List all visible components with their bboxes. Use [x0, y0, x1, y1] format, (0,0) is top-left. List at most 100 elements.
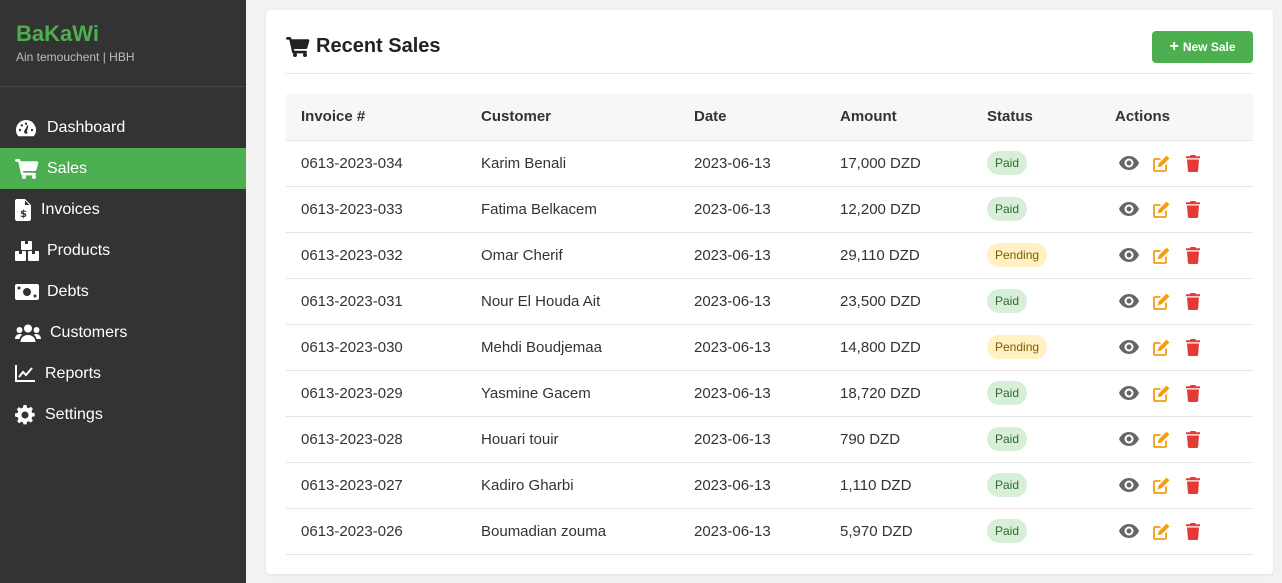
actions-cell — [1100, 462, 1253, 509]
column-header-status: Status — [972, 94, 1100, 141]
view-icon[interactable] — [1119, 246, 1139, 264]
new-sale-button[interactable]: + New Sale — [1152, 31, 1253, 63]
sidebar-item-settings[interactable]: Settings — [0, 394, 246, 435]
status-cell: Paid — [972, 186, 1100, 233]
customer-cell: Houari touir — [466, 416, 679, 463]
delete-icon[interactable] — [1183, 292, 1203, 310]
view-icon[interactable] — [1119, 384, 1139, 402]
sidebar-item-label: Sales — [47, 159, 88, 177]
customer-cell: Boumadian zouma — [466, 508, 679, 555]
edit-icon[interactable] — [1151, 476, 1171, 494]
edit-icon[interactable] — [1151, 292, 1171, 310]
gauge-icon — [15, 117, 39, 139]
sidebar-nav: Dashboard Sales $ Invoices Products Debt… — [0, 107, 246, 435]
view-icon[interactable] — [1119, 200, 1139, 218]
view-icon[interactable] — [1119, 430, 1139, 448]
status-badge: Paid — [987, 381, 1028, 405]
delete-icon[interactable] — [1183, 522, 1203, 540]
users-icon — [15, 322, 42, 344]
edit-icon[interactable] — [1151, 154, 1171, 172]
edit-icon[interactable] — [1151, 338, 1171, 356]
actions-cell — [1100, 232, 1253, 279]
amount-cell: 790 DZD — [825, 416, 972, 463]
sidebar-item-dashboard[interactable]: Dashboard — [0, 107, 246, 148]
money-bill-icon — [15, 281, 39, 303]
table-header-row: Invoice # Customer Date Amount Status Ac… — [286, 94, 1253, 141]
view-icon[interactable] — [1119, 338, 1139, 356]
delete-icon[interactable] — [1183, 476, 1203, 494]
actions-cell — [1100, 324, 1253, 371]
sidebar-item-debts[interactable]: Debts — [0, 271, 246, 312]
edit-icon[interactable] — [1151, 200, 1171, 218]
cart-icon — [286, 36, 310, 57]
delete-icon[interactable] — [1183, 246, 1203, 264]
amount-cell: 17,000 DZD — [825, 140, 972, 187]
cart-icon — [15, 158, 39, 180]
edit-icon[interactable] — [1151, 522, 1171, 540]
row-actions — [1115, 200, 1253, 218]
sidebar-item-label: Products — [47, 241, 111, 259]
page-title: Recent Sales — [286, 35, 441, 58]
view-icon[interactable] — [1119, 292, 1139, 310]
row-actions — [1115, 338, 1253, 356]
status-badge: Pending — [987, 243, 1048, 267]
customer-cell: Mehdi Boudjemaa — [466, 324, 679, 371]
status-badge: Paid — [987, 151, 1028, 175]
sidebar-item-label: Customers — [50, 323, 128, 341]
view-icon[interactable] — [1119, 522, 1139, 540]
new-sale-label: New Sale — [1182, 40, 1236, 54]
invoice-cell: 0613-2023-033 — [286, 186, 466, 233]
sidebar-item-customers[interactable]: Customers — [0, 312, 246, 353]
status-cell: Pending — [972, 232, 1100, 279]
delete-icon[interactable] — [1183, 154, 1203, 172]
status-badge: Pending — [987, 335, 1048, 359]
table-row: 0613-2023-033 Fatima Belkacem 2023-06-13 12… — [286, 186, 1253, 233]
status-cell: Paid — [972, 140, 1100, 187]
edit-icon[interactable] — [1151, 430, 1171, 448]
invoice-icon: $ — [15, 198, 33, 221]
actions-cell — [1100, 416, 1253, 463]
delete-icon[interactable] — [1183, 200, 1203, 218]
row-actions — [1115, 384, 1253, 402]
delete-icon[interactable] — [1183, 430, 1203, 448]
invoice-cell: 0613-2023-031 — [286, 278, 466, 325]
amount-cell: 1,110 DZD — [825, 462, 972, 509]
column-header-customer: Customer — [466, 94, 679, 141]
gear-icon — [15, 404, 37, 426]
sidebar-item-label: Reports — [45, 364, 102, 382]
sidebar-item-invoices[interactable]: $ Invoices — [0, 189, 246, 230]
date-cell: 2023-06-13 — [679, 508, 825, 555]
sidebar-item-reports[interactable]: Reports — [0, 353, 246, 394]
status-cell: Paid — [972, 416, 1100, 463]
invoice-cell: 0613-2023-034 — [286, 140, 466, 187]
amount-cell: 14,800 DZD — [825, 324, 972, 371]
edit-icon[interactable] — [1151, 384, 1171, 402]
row-actions — [1115, 430, 1253, 448]
invoice-cell: 0613-2023-029 — [286, 370, 466, 417]
date-cell: 2023-06-13 — [679, 140, 825, 187]
brand-name[interactable]: BaKaWi — [16, 22, 246, 46]
column-header-actions: Actions — [1100, 94, 1253, 141]
sidebar-item-sales[interactable]: Sales — [0, 148, 246, 189]
table-row: 0613-2023-029 Yasmine Gacem 2023-06-13 18,7… — [286, 370, 1253, 417]
customer-cell: Fatima Belkacem — [466, 186, 679, 233]
status-cell: Pending — [972, 324, 1100, 371]
amount-cell: 18,720 DZD — [825, 370, 972, 417]
sales-table: Invoice # Customer Date Amount Status Ac… — [286, 94, 1253, 555]
status-badge: Paid — [987, 289, 1028, 313]
table-row: 0613-2023-030 Mehdi Boudjemaa 2023-06-13 14… — [286, 324, 1253, 371]
status-cell: Paid — [972, 278, 1100, 325]
delete-icon[interactable] — [1183, 338, 1203, 356]
edit-icon[interactable] — [1151, 246, 1171, 264]
status-cell: Paid — [972, 508, 1100, 555]
delete-icon[interactable] — [1183, 384, 1203, 402]
table-row: 0613-2023-028 Houari touir 2023-06-13 790 D… — [286, 416, 1253, 463]
column-header-date: Date — [679, 94, 825, 141]
brand-subtitle: Ain temouchent | HBH — [16, 50, 135, 64]
actions-cell — [1100, 278, 1253, 325]
table-row: 0613-2023-034 Karim Benali 2023-06-13 17,00… — [286, 140, 1253, 187]
actions-cell — [1100, 370, 1253, 417]
view-icon[interactable] — [1119, 476, 1139, 494]
sidebar-item-products[interactable]: Products — [0, 230, 246, 271]
view-icon[interactable] — [1119, 154, 1139, 172]
